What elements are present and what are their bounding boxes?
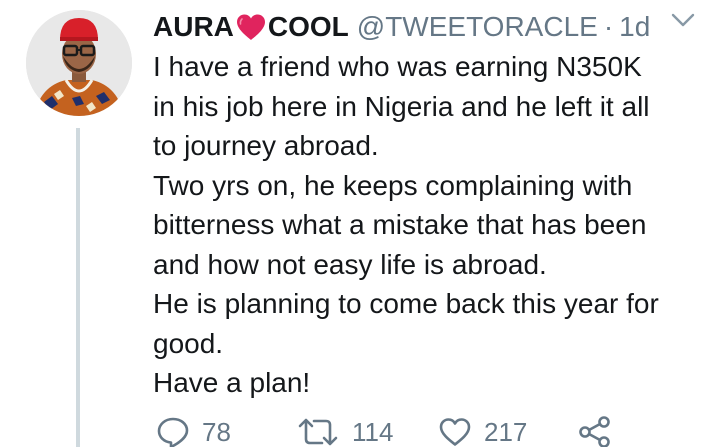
- tweet-line: bitterness what a mistake that has been: [153, 209, 647, 240]
- avatar-image: [26, 10, 132, 116]
- display-name-left: AURA: [153, 11, 234, 42]
- thread-line: [76, 128, 80, 447]
- tweet[interactable]: AURA COOL @TWEETORACLE · 1d I have a fri…: [0, 0, 720, 447]
- tweet-line: good.: [153, 327, 224, 359]
- share-button[interactable]: [578, 415, 612, 447]
- retweet-count: 114: [352, 416, 394, 447]
- separator-dot: ·: [603, 11, 614, 42]
- display-name-right: COOL: [267, 11, 349, 42]
- display-name[interactable]: AURA COOL: [153, 11, 349, 43]
- share-icon: [579, 416, 610, 447]
- like-count: 217: [484, 416, 528, 447]
- timestamp[interactable]: 1d: [619, 11, 650, 43]
- retweet-icon: [298, 418, 338, 446]
- retweet-button[interactable]: 114: [296, 415, 393, 447]
- tweet-text: I have a friend who was earning N350K in…: [153, 47, 708, 403]
- tweet-line: I have a friend who was earning N350K: [153, 51, 642, 82]
- heart-outline-icon: [439, 418, 471, 446]
- like-button[interactable]: 217: [438, 415, 527, 447]
- tweet-header: AURA COOL @TWEETORACLE · 1d: [153, 6, 720, 48]
- tweet-line: and how not easy life is abroad.: [153, 248, 547, 280]
- tweet-line: He is planning to come back this year fo…: [153, 288, 659, 319]
- red-heart-emoji-icon: [236, 14, 265, 40]
- tweet-line: to journey abroad.: [153, 130, 379, 161]
- chevron-down-icon[interactable]: [670, 10, 696, 30]
- avatar[interactable]: [26, 10, 132, 116]
- reply-icon: [157, 417, 189, 447]
- tweet-line: Have a plan!: [153, 367, 311, 398]
- reply-count: 78: [202, 416, 231, 447]
- tweet-line: in his job here in Nigeria and he left i…: [153, 90, 650, 122]
- user-handle[interactable]: @TWEETORACLE: [357, 11, 598, 43]
- tweet-line: Two yrs on, he keeps complaining with: [153, 169, 633, 201]
- reply-button[interactable]: 78: [156, 415, 231, 447]
